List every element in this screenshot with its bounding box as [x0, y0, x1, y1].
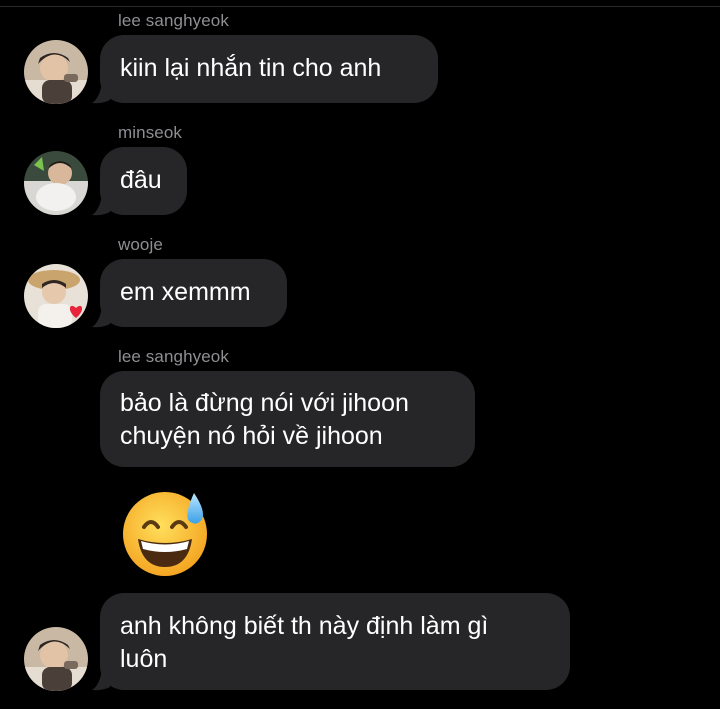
- avatar[interactable]: [24, 151, 88, 215]
- message-bubble[interactable]: đâu: [100, 147, 187, 215]
- sender-name: wooje: [118, 235, 163, 254]
- message-text: đâu: [120, 166, 162, 194]
- message-bubble[interactable]: anh không biết th này định làm gì luôn: [100, 593, 570, 690]
- sender-name: minseok: [118, 123, 183, 142]
- bubble-tail: [92, 306, 110, 328]
- message-bubble[interactable]: kiin lại nhắn tin cho anh: [100, 35, 438, 103]
- sender-name: lee sanghyeok: [118, 347, 229, 366]
- message-text-line: chuyện nó hỏi về jihoon: [120, 422, 383, 450]
- message-bubble[interactable]: em xemmm: [100, 259, 287, 327]
- message-text-line: luôn: [120, 645, 168, 673]
- message-text: em xemmm: [120, 278, 251, 306]
- message-text-line: bảo là đừng nói với jihoon: [120, 389, 409, 417]
- sender-name: lee sanghyeok: [118, 11, 229, 30]
- avatar-photo: [24, 151, 88, 215]
- avatar[interactable]: [24, 40, 88, 104]
- bubble-tail: [92, 194, 110, 216]
- bubble-tail: [92, 669, 110, 691]
- top-divider: [0, 6, 720, 7]
- grinning-face-with-sweat-emoji[interactable]: [122, 487, 212, 577]
- message-bubble[interactable]: bảo là đừng nói với jihoon chuyện nó hỏi…: [100, 371, 475, 467]
- avatar-photo: [24, 627, 88, 691]
- message-text-line: anh không biết th này định làm gì: [120, 612, 489, 640]
- avatar[interactable]: [24, 627, 88, 691]
- avatar-photo: [24, 264, 88, 328]
- avatar[interactable]: [24, 264, 88, 328]
- avatar-photo: [24, 40, 88, 104]
- bubble-tail: [92, 82, 110, 104]
- message-text: kiin lại nhắn tin cho anh: [120, 54, 382, 82]
